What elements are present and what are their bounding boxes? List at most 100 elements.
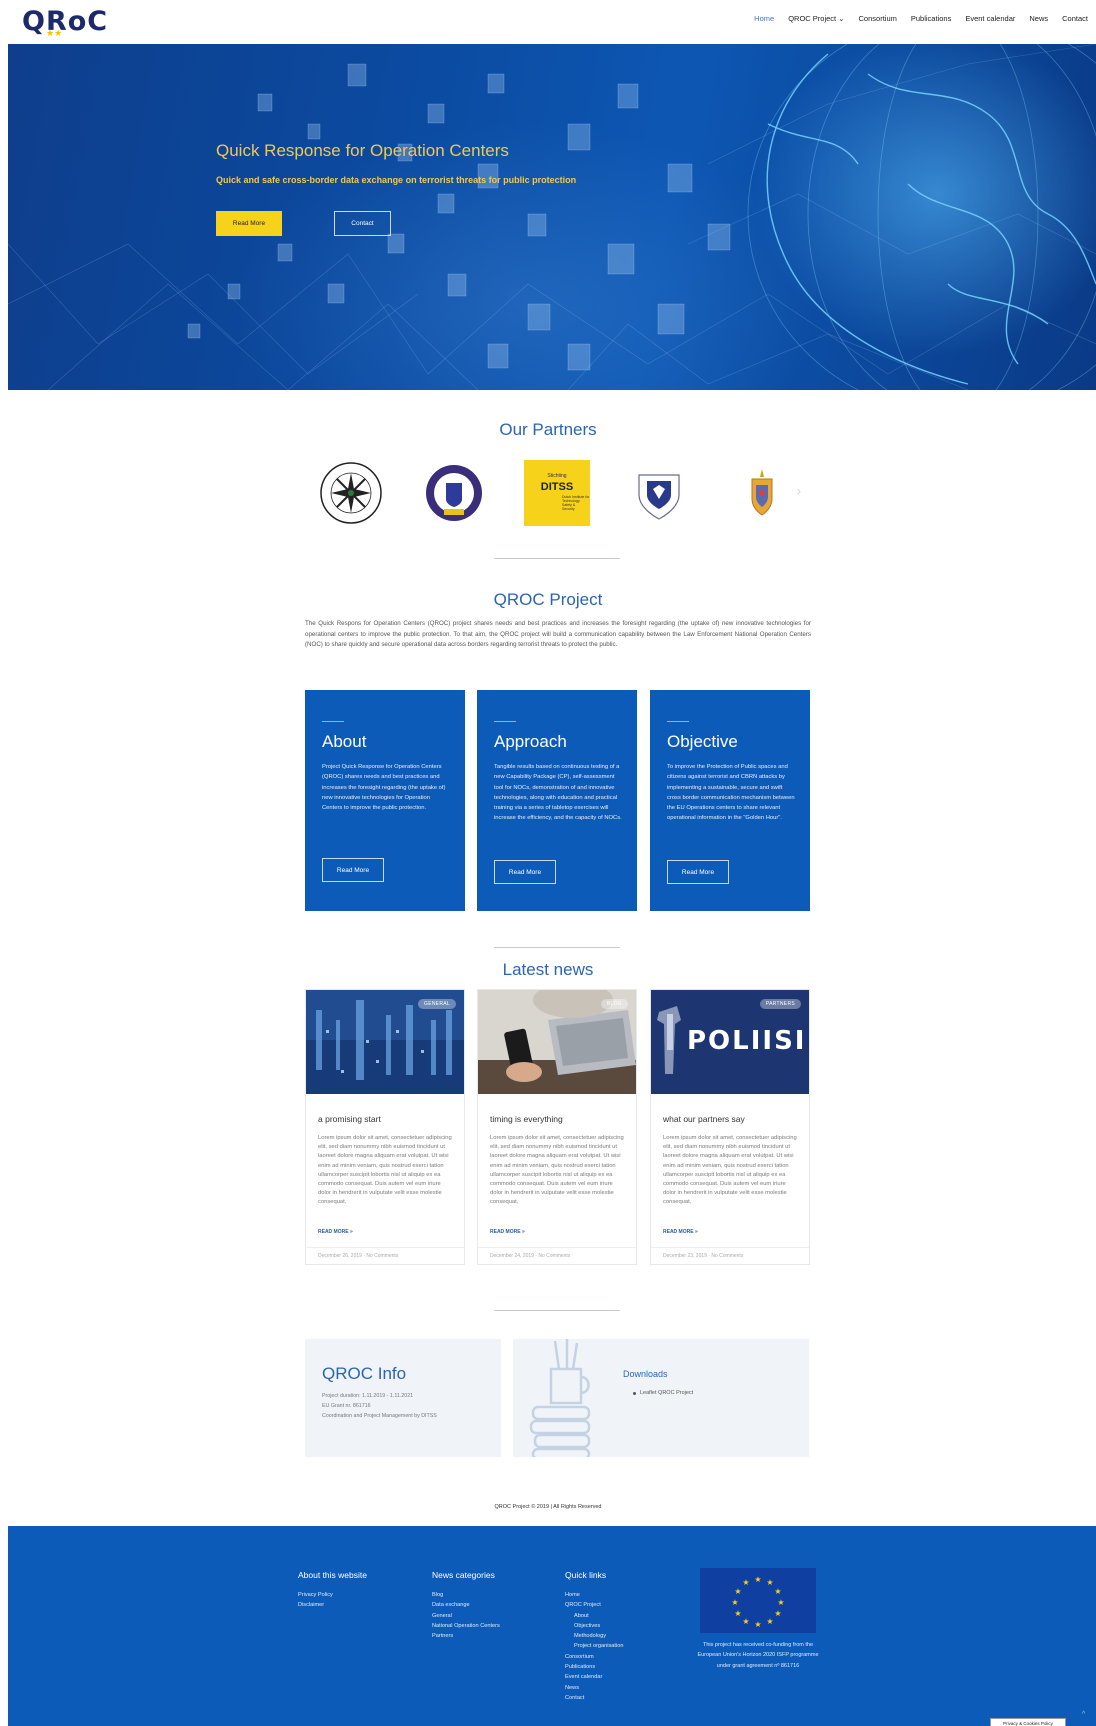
svg-text:★: ★: [754, 1575, 761, 1584]
footer-link-about[interactable]: About: [565, 1611, 623, 1621]
card-text: Project Quick Response for Operation Cen…: [322, 764, 446, 812]
carousel-next-arrow-icon[interactable]: ›: [797, 484, 801, 498]
news-meta: December 24, 2019 · No Comments: [478, 1247, 636, 1264]
privacy-cookies-badge[interactable]: Privacy & Cookies Policy: [990, 1718, 1066, 1726]
news-excerpt: Lorem ipsum dolor sit amet, consectetuer…: [663, 1135, 797, 1206]
cyprus-police-logo: [638, 474, 680, 520]
news-category-tag[interactable]: PARTNERS: [759, 999, 801, 1009]
project-description: The Quick Respons for Operation Centers …: [305, 620, 811, 648]
news-image-laptop[interactable]: BLOG: [478, 990, 636, 1094]
news-card[interactable]: POLIISI PARTNERS what our partners say L…: [650, 989, 810, 1265]
card-title: Approach: [494, 732, 567, 751]
news-category-tag[interactable]: GENERAL: [418, 999, 456, 1009]
info-title: QROC Info: [322, 1364, 407, 1383]
site-header: QRoC ★★ Home QROC Project ⌄ Consortium P…: [0, 0, 1096, 42]
qroc-info-box: QROC Info Project duration: 1.11.2019 - …: [305, 1339, 501, 1457]
footer-categories-column: News categories Blog Data exchange Gener…: [432, 1570, 500, 1641]
footer-link-contact[interactable]: Contact: [565, 1693, 623, 1703]
nav-contact[interactable]: Contact: [1062, 14, 1088, 23]
ditss-logo: Stichting DITSS Dutch Institute for Tech…: [524, 460, 590, 526]
copyright-text: QROC Project © 2019 | All Rights Reserve…: [494, 1504, 602, 1510]
scroll-to-top-icon[interactable]: ^: [1082, 1711, 1085, 1718]
svg-text:★: ★: [766, 1578, 773, 1587]
news-card[interactable]: BLOG timing is everything Lorem ipsum do…: [477, 989, 637, 1265]
footer-link-general[interactable]: General: [432, 1611, 500, 1621]
info-line-grant: EU Grant nr. 861716: [322, 1403, 371, 1409]
objective-read-more-button[interactable]: Read More: [667, 860, 729, 884]
svg-text:★: ★: [766, 1617, 773, 1626]
footer-link-qroc-project[interactable]: QROC Project: [565, 1600, 623, 1610]
nav-home[interactable]: Home: [754, 14, 774, 23]
partner-logo-czech-police[interactable]: [318, 460, 384, 526]
footer-link-event-calendar[interactable]: Event calendar: [565, 1672, 623, 1682]
eu-stars-icon: ★ ★★ ★★★ ★★★ ★★★: [731, 1575, 784, 1629]
news-headline[interactable]: timing is everything: [490, 1114, 563, 1124]
footer-link-objectives[interactable]: Objectives: [565, 1621, 623, 1631]
hero-contact-button[interactable]: Contact: [334, 211, 391, 236]
logo-text: QRoC: [22, 5, 109, 37]
footer-about-column: About this website Privacy Policy Discla…: [298, 1570, 367, 1611]
policie-ceske-republiky-logo: [320, 462, 382, 524]
card-title: Objective: [667, 732, 738, 751]
section-divider: [494, 947, 620, 948]
site-logo[interactable]: QRoC ★★: [22, 5, 109, 39]
nav-publications[interactable]: Publications: [911, 14, 951, 23]
news-category-tag[interactable]: BLOG: [600, 999, 628, 1009]
footer-link-disclaimer[interactable]: Disclaimer: [298, 1600, 367, 1610]
hellenic-police-logo: [426, 465, 482, 521]
news-title: Latest news: [502, 960, 594, 979]
hero-banner: Quick Response for Operation Centers Qui…: [8, 44, 1096, 390]
footer-quick-links-column: Quick links Home QROC Project About Obje…: [565, 1570, 623, 1703]
nav-event-calendar[interactable]: Event calendar: [965, 14, 1015, 23]
news-card[interactable]: GENERAL a promising start Lorem ipsum do…: [305, 989, 465, 1265]
footer-about-title: About this website: [298, 1570, 367, 1580]
partner-logo-ditss[interactable]: Stichting DITSS Dutch Institute for Tech…: [524, 460, 590, 526]
footer-link-data-exchange[interactable]: Data exchange: [432, 1600, 500, 1610]
nav-news[interactable]: News: [1029, 14, 1048, 23]
partner-logo-cyprus-police[interactable]: [626, 460, 692, 526]
svg-text:★: ★: [777, 1598, 784, 1607]
footer-link-home[interactable]: Home: [565, 1590, 623, 1600]
news-read-more-link[interactable]: READ MORE »: [663, 1229, 698, 1235]
news-image-digital[interactable]: GENERAL: [306, 990, 464, 1094]
news-headline[interactable]: a promising start: [318, 1114, 381, 1124]
svg-text:★: ★: [754, 1620, 761, 1629]
card-accent-bar: [322, 721, 344, 722]
footer-link-project-organisation[interactable]: Project organisation: [565, 1641, 623, 1651]
news-excerpt: Lorem ipsum dolor sit amet, consectetuer…: [318, 1135, 452, 1206]
news-read-more-link[interactable]: READ MORE »: [318, 1229, 353, 1235]
footer-quick-title: Quick links: [565, 1570, 607, 1580]
project-title: QROC Project: [493, 590, 603, 609]
footer-link-publications[interactable]: Publications: [565, 1662, 623, 1672]
chevron-down-icon: ⌄: [838, 14, 845, 23]
books-and-mug-icon: [529, 1339, 591, 1457]
police-crest-logo: [751, 469, 773, 516]
download-link-leaflet[interactable]: Leaflet QROC Project: [640, 1390, 693, 1396]
partner-logo-police-crest[interactable]: [729, 460, 795, 526]
svg-text:Stichting: Stichting: [547, 473, 566, 479]
hero-read-more-button[interactable]: Read More: [216, 211, 282, 236]
footer-categories-title: News categories: [432, 1570, 495, 1580]
eu-flag-icon: ★ ★ ★ ★ ★ ★ ★ ★ ★ ★ ★ ★: [700, 1568, 816, 1633]
footer-link-blog[interactable]: Blog: [432, 1590, 500, 1600]
news-meta: December 26, 2019 · No Comments: [306, 1247, 464, 1264]
nav-qroc-project[interactable]: QROC Project ⌄: [788, 14, 844, 23]
footer-link-methodology[interactable]: Methodology: [565, 1631, 623, 1641]
news-read-more-link[interactable]: READ MORE »: [490, 1229, 525, 1235]
footer-link-consortium[interactable]: Consortium: [565, 1652, 623, 1662]
partner-logo-hellenic-police[interactable]: [421, 460, 487, 526]
news-meta: December 23, 2019 · No Comments: [651, 1247, 809, 1264]
about-read-more-button[interactable]: Read More: [322, 858, 384, 882]
svg-text:★: ★: [734, 1609, 741, 1618]
footer-link-partners[interactable]: Partners: [432, 1631, 500, 1641]
news-headline[interactable]: what our partners say: [663, 1114, 745, 1124]
approach-read-more-button[interactable]: Read More: [494, 860, 556, 884]
svg-text:Security: Security: [562, 507, 575, 511]
nav-consortium[interactable]: Consortium: [859, 14, 897, 23]
footer-link-noc[interactable]: National Operation Centers: [432, 1621, 500, 1631]
poliisi-image-text: POLIISI: [687, 1026, 807, 1056]
card-approach: Approach Tangible results based on conti…: [477, 690, 637, 911]
footer-link-privacy[interactable]: Privacy Policy: [298, 1590, 367, 1600]
footer-link-news[interactable]: News: [565, 1683, 623, 1693]
news-image-poliisi[interactable]: POLIISI PARTNERS: [651, 990, 809, 1094]
